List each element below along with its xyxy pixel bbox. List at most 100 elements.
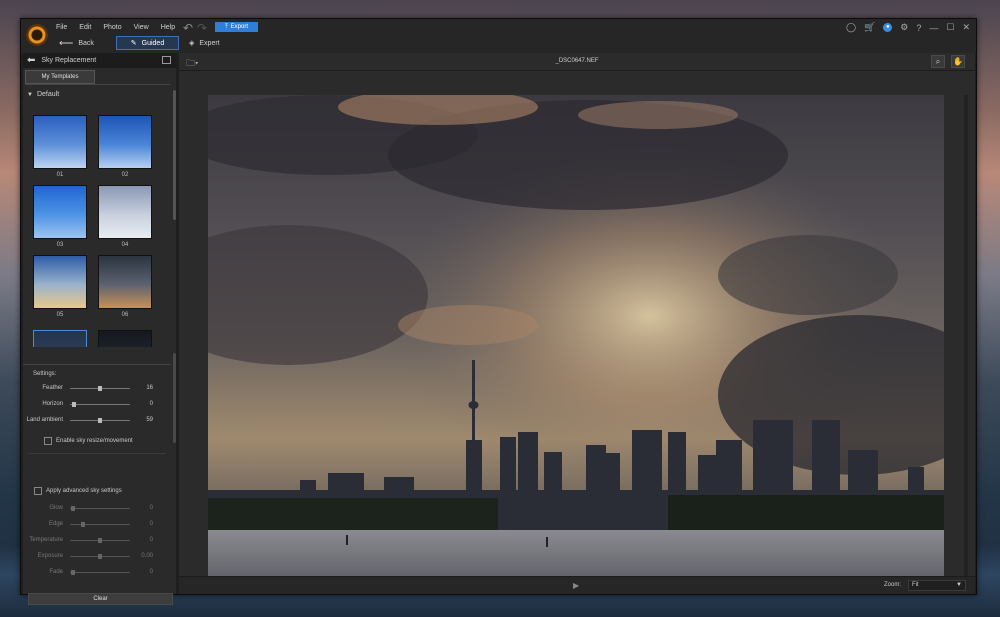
tab-my-templates[interactable]: My Templates [25,70,95,84]
magic-wand-icon: ✎ [130,40,137,47]
slider-value: 0 [149,569,153,575]
account-icon[interactable]: ◯ [846,22,856,33]
redo-icon[interactable]: ↷ [197,21,207,35]
slider-handle[interactable] [98,554,102,559]
slider-label: Horizon [42,401,63,407]
menu-edit[interactable]: Edit [79,24,91,31]
apply-advanced-checkbox[interactable]: Apply advanced sky settings [34,487,122,495]
slider-handle[interactable] [98,418,102,423]
back-button[interactable]: ⟵ Back [59,36,94,50]
city-skyline-photo [208,95,944,586]
checkbox-box[interactable] [34,487,42,495]
panel-dock-icon[interactable] [162,56,171,64]
checkbox-box[interactable] [44,437,52,445]
canvas-scrollbar[interactable] [964,95,968,586]
slider-value: 16 [146,385,153,391]
slider-handle[interactable] [71,506,76,511]
slider-track[interactable] [70,402,130,407]
slider-handle[interactable] [98,386,102,391]
slider-track[interactable] [70,506,130,511]
settings-scrollbar[interactable] [173,353,176,443]
slider-label: Land ambient [26,417,63,423]
slider-track[interactable] [70,522,130,527]
enable-resize-label: Enable sky resize/movement [56,438,133,444]
slider-track[interactable] [70,554,130,559]
sky-replacement-panel: ⬅ Sky Replacement My Templates ▼ Default … [23,53,176,605]
menu-bar: File Edit Photo View Help [56,24,175,31]
slider-track[interactable] [70,386,130,391]
slider-row-feather: Feather 16 [23,384,171,394]
clear-button[interactable]: Clear [28,593,173,605]
slider-value: 0 [149,521,153,527]
slider-row-horizon: Horizon 0 [23,400,171,410]
slider-label: Feather [42,385,63,391]
minimize-icon[interactable]: — [929,23,938,33]
panel-title: Sky Replacement [41,57,97,64]
dropdown-arrow-icon: ▼ [956,582,962,588]
notification-badge-icon[interactable]: ● [883,23,893,32]
export-button[interactable]: ⤒ Export [215,22,258,32]
zoom-magnifier-icon[interactable]: ⌕ [931,55,945,68]
menu-view[interactable]: View [134,24,149,31]
template-group-default[interactable]: ▼ Default [27,91,59,98]
canvas-footer: ▶ Zoom: Fit ▼ [179,576,975,594]
advanced-slider-row-exposure: Exposure 0.00 [23,552,171,562]
cart-icon[interactable]: 🛒 [864,22,875,33]
sky-template-thumbnail[interactable] [98,115,152,169]
layers-icon: ◈ [189,40,195,47]
arrow-left-icon: ⟵ [59,37,74,49]
group-label: Default [36,91,60,98]
slider-row-land-ambient: Land ambient 59 [23,416,171,426]
sky-template-thumbnail[interactable] [33,185,87,239]
template-label: 01 [56,172,64,178]
sky-template-thumbnail[interactable] [33,255,87,309]
title-bar: File Edit Photo View Help ↶ ↷ ⤒ Export ⟵… [21,19,976,53]
slider-handle[interactable] [98,538,102,543]
template-label: 03 [56,242,64,248]
zoom-select[interactable]: Fit ▼ [908,580,966,591]
menu-photo[interactable]: Photo [103,24,121,31]
sky-template-thumbnail[interactable] [33,330,87,347]
expert-mode-button[interactable]: ◈ Expert [189,36,220,50]
template-label: 05 [56,312,64,318]
enable-sky-resize-checkbox[interactable]: Enable sky resize/movement [44,437,133,445]
play-icon[interactable]: ▶ [573,581,579,590]
panel-back-icon[interactable]: ⬅ [27,55,35,66]
app-window: File Edit Photo View Help ↶ ↷ ⤒ Export ⟵… [20,18,977,605]
guided-mode-button[interactable]: ✎ Guided [116,36,179,50]
slider-value: 0 [149,537,153,543]
slider-value: 0 [149,401,153,407]
menu-help[interactable]: Help [161,24,175,31]
slider-handle[interactable] [81,522,86,527]
zoom-value: Fit [912,582,919,588]
sky-template-thumbnail[interactable] [33,115,87,169]
menu-file[interactable]: File [56,24,67,31]
advanced-slider-row-fade: Fade 0 [23,568,171,578]
help-icon[interactable]: ? [916,23,921,33]
export-label: Export [230,24,248,30]
slider-handle[interactable] [71,570,76,575]
settings-title: Settings: [33,371,57,377]
sky-template-thumbnail[interactable] [98,185,152,239]
slider-track[interactable] [70,570,130,575]
pan-hand-icon[interactable]: ✋ [951,55,965,68]
sky-template-thumbnail[interactable] [98,330,152,347]
advanced-slider-row-edge: Edge 0 [23,520,171,530]
settings-gear-icon[interactable]: ⚙ [900,22,908,33]
slider-track[interactable] [70,418,130,423]
tab-divider [25,84,170,85]
template-scrollbar[interactable] [173,90,176,220]
undo-icon[interactable]: ↶ [183,21,193,35]
close-icon[interactable]: ✕ [962,22,970,33]
canvas-toolbar: 🗀▾ _DSC0647.NEF ⌕ ✋ [179,53,975,71]
window-controls: ◯ 🛒 ● ⚙ ? — ☐ ✕ [846,22,970,33]
slider-track[interactable] [70,538,130,543]
photo-preview[interactable] [208,95,944,586]
file-name: _DSC0647.NEF [555,58,599,64]
panel-header: ⬅ Sky Replacement [23,53,176,68]
sky-template-thumbnail[interactable] [98,255,152,309]
slider-handle[interactable] [71,402,76,407]
maximize-icon[interactable]: ☐ [946,22,954,33]
back-label: Back [78,39,94,47]
guided-label: Guided [141,39,165,47]
